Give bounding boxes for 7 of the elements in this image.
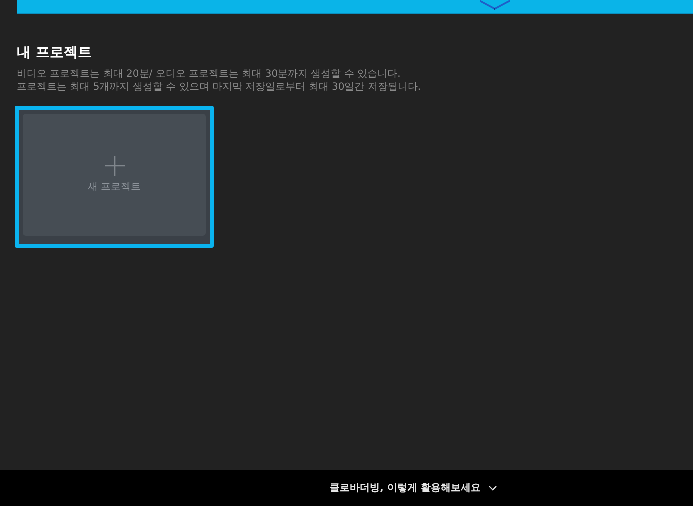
description-text: 비디오 프로젝트는 최대 20분/ 오디오 프로젝트는 최대 30분까지 생성할 수 있습니다. [17, 68, 402, 81]
plus-icon [104, 156, 124, 176]
card-label: 새 프로젝트 [88, 181, 142, 194]
section-title: 내 프로젝트 [17, 44, 93, 62]
guide-toggle[interactable]: 클로바더빙, 이렇게 활용해보세요 [330, 481, 497, 495]
description-text: 프로젝트는 최대 5개까지 생성할 수 있으며 마지막 저장일로부터 최대 30일간 저장됩니다. [17, 81, 422, 94]
chevron-icon [488, 486, 497, 490]
